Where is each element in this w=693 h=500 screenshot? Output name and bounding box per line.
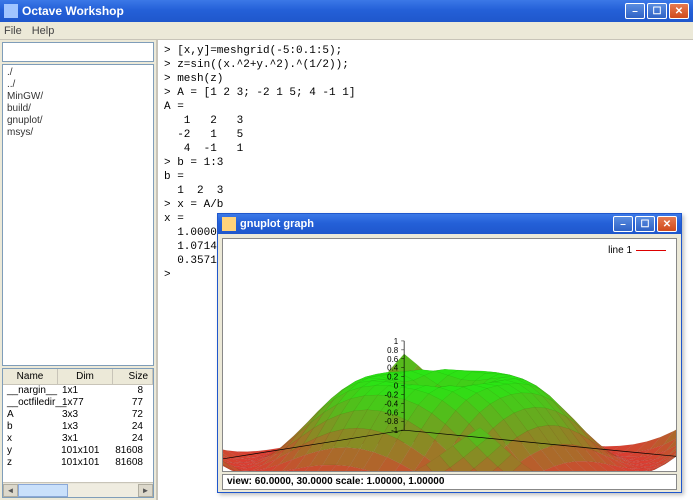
svg-text:-0.6: -0.6 xyxy=(385,408,399,417)
scroll-right-icon[interactable]: ► xyxy=(138,484,153,497)
close-button[interactable]: ✕ xyxy=(669,3,689,19)
dir-item[interactable]: ../ xyxy=(7,79,149,91)
svg-text:-0.4: -0.4 xyxy=(385,399,399,408)
gnuplot-statusbar: view: 60.0000, 30.0000 scale: 1.00000, 1… xyxy=(222,474,677,490)
scroll-thumb[interactable] xyxy=(18,484,68,497)
scroll-left-icon[interactable]: ◄ xyxy=(3,484,18,497)
table-row[interactable]: b1x324 xyxy=(3,421,153,433)
svg-text:-0.8: -0.8 xyxy=(385,417,399,426)
workspace-variables: Name Dim Size __nargin__1x18__octfiledir… xyxy=(2,368,154,498)
plot-area: line 1 -1-0.8-0.6-0.4-0.200.20.40.60.810… xyxy=(222,238,677,472)
console-line: 4 -1 1 xyxy=(164,142,687,156)
menu-file[interactable]: File xyxy=(4,25,22,37)
svg-text:0.6: 0.6 xyxy=(387,355,399,364)
menu-help[interactable]: Help xyxy=(32,25,55,37)
main-titlebar: Octave Workshop – ☐ ✕ xyxy=(0,0,693,22)
dir-item[interactable]: build/ xyxy=(7,103,149,115)
table-row[interactable]: A3x372 xyxy=(3,409,153,421)
svg-text:-0.2: -0.2 xyxy=(385,390,399,399)
console-line: A = xyxy=(164,100,687,114)
svg-text:0.4: 0.4 xyxy=(387,364,399,373)
gnuplot-minimize-button[interactable]: – xyxy=(613,216,633,232)
svg-text:1: 1 xyxy=(394,337,399,346)
table-row[interactable]: __nargin__1x18 xyxy=(3,385,153,397)
maximize-button[interactable]: ☐ xyxy=(647,3,667,19)
svg-text:0: 0 xyxy=(394,382,399,391)
vars-body: __nargin__1x18__octfiledir__1x7777A3x372… xyxy=(3,385,153,469)
table-row[interactable]: y101x10181608 xyxy=(3,445,153,457)
gnuplot-close-button[interactable]: ✕ xyxy=(657,216,677,232)
gnuplot-titlebar[interactable]: gnuplot graph – ☐ ✕ xyxy=(218,214,681,234)
console-line: 1 2 3 xyxy=(164,114,687,128)
app-icon xyxy=(4,4,18,18)
vars-header: Name Dim Size xyxy=(3,369,153,385)
window-buttons: – ☐ ✕ xyxy=(625,3,689,19)
table-row[interactable]: x3x124 xyxy=(3,433,153,445)
minimize-button[interactable]: – xyxy=(625,3,645,19)
legend-label: line 1 xyxy=(608,245,632,256)
col-size[interactable]: Size xyxy=(113,369,153,384)
col-name[interactable]: Name xyxy=(3,369,58,384)
gnuplot-icon xyxy=(222,217,236,231)
surface-plot: -1-0.8-0.6-0.4-0.200.20.40.60.8102040608… xyxy=(223,239,676,471)
table-row[interactable]: __octfiledir__1x7777 xyxy=(3,397,153,409)
dir-item[interactable]: MinGW/ xyxy=(7,91,149,103)
gnuplot-maximize-button[interactable]: ☐ xyxy=(635,216,655,232)
vars-hscrollbar[interactable]: ◄ ► xyxy=(3,482,153,497)
path-input[interactable] xyxy=(2,42,154,62)
menubar: File Help xyxy=(0,22,693,40)
gnuplot-title: gnuplot graph xyxy=(240,218,613,230)
console-line: > A = [1 2 3; -2 1 5; 4 -1 1] xyxy=(164,86,687,100)
console-line: b = xyxy=(164,170,687,184)
table-row[interactable]: z101x10181608 xyxy=(3,457,153,469)
legend-line-icon xyxy=(636,250,666,251)
console-line: 1 2 3 xyxy=(164,184,687,198)
gnuplot-window[interactable]: gnuplot graph – ☐ ✕ line 1 -1-0.8-0.6-0.… xyxy=(217,213,682,493)
plot-legend: line 1 xyxy=(608,245,666,256)
scroll-track[interactable] xyxy=(18,484,138,497)
console-line: > b = 1:3 xyxy=(164,156,687,170)
dir-item[interactable]: msys/ xyxy=(7,127,149,139)
dir-item[interactable]: gnuplot/ xyxy=(7,115,149,127)
col-dim[interactable]: Dim xyxy=(58,369,113,384)
svg-text:0.2: 0.2 xyxy=(387,373,398,382)
console-line: > [x,y]=meshgrid(-5:0.1:5); xyxy=(164,44,687,58)
console-line: -2 1 5 xyxy=(164,128,687,142)
dir-item[interactable]: ./ xyxy=(7,67,149,79)
directory-listing[interactable]: ./ ../ MinGW/ build/ gnuplot/ msys/ xyxy=(2,64,154,366)
svg-text:0.8: 0.8 xyxy=(387,346,399,355)
sidebar: ./ ../ MinGW/ build/ gnuplot/ msys/ Name… xyxy=(0,40,158,500)
console-line: > z=sin((x.^2+y.^2).^(1/2)); xyxy=(164,58,687,72)
gnuplot-window-buttons: – ☐ ✕ xyxy=(613,216,677,232)
console-line: > mesh(z) xyxy=(164,72,687,86)
svg-text:-1: -1 xyxy=(391,426,399,435)
window-title: Octave Workshop xyxy=(22,4,625,18)
console-line: > x = A/b xyxy=(164,198,687,212)
